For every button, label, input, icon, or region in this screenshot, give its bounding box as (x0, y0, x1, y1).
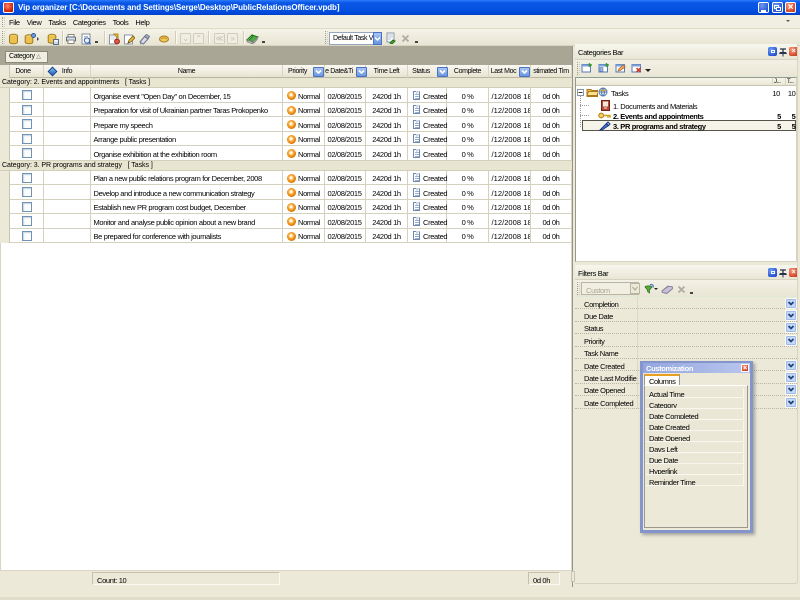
svg-text:≪: ≪ (215, 34, 223, 43)
svg-text:⌃: ⌃ (195, 34, 201, 43)
svg-text:⌄: ⌄ (182, 34, 188, 43)
